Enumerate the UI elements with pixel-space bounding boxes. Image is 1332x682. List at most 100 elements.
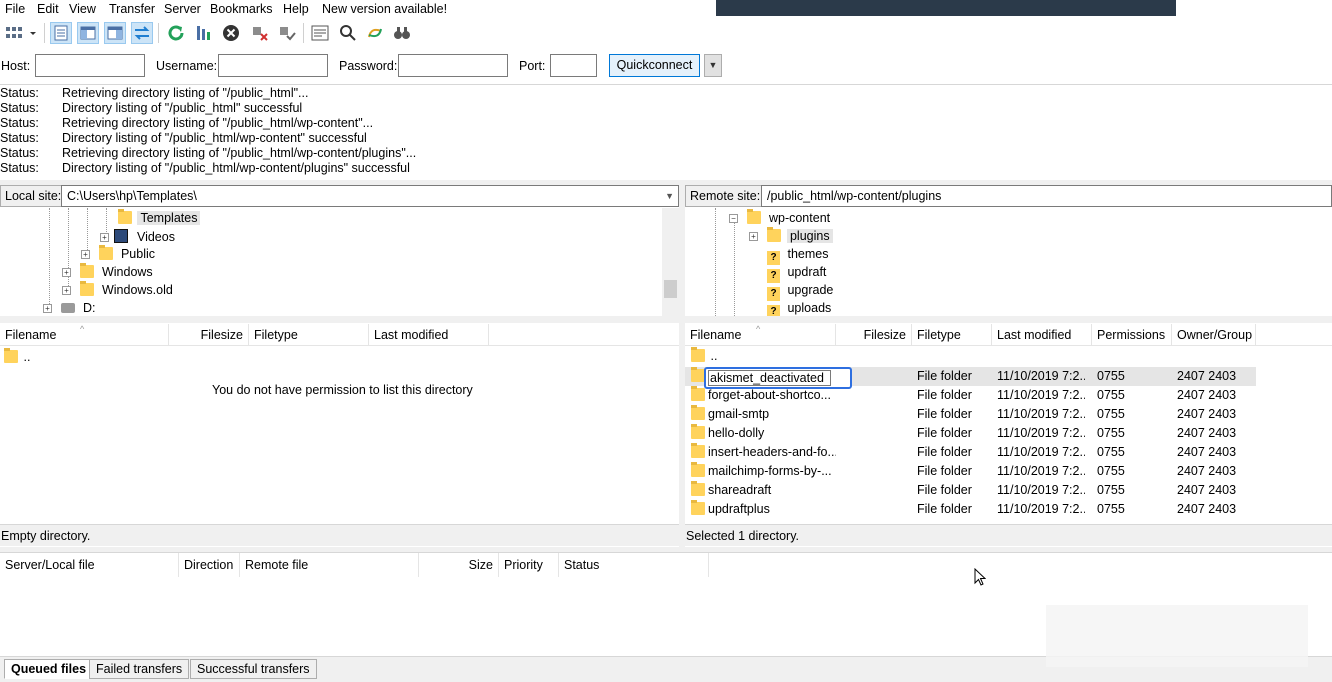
table-row[interactable]: shareadraft File folder 11/10/2019 7:2..… xyxy=(685,481,1256,500)
table-row[interactable]: insert-headers-and-fo... File folder 11/… xyxy=(685,443,1256,462)
table-row[interactable]: updraftplus File folder 11/10/2019 7:2..… xyxy=(685,500,1256,519)
activation-watermark xyxy=(1046,605,1308,667)
menu-view[interactable]: View xyxy=(69,2,96,16)
scrollbar-thumb[interactable] xyxy=(664,280,677,298)
remote-path-input[interactable]: /public_html/wp-content/plugins xyxy=(761,185,1332,207)
menu-edit[interactable]: Edit xyxy=(37,2,59,16)
column-filetype[interactable]: Filetype xyxy=(249,324,369,346)
disconnect-icon[interactable] xyxy=(249,22,271,44)
column-owner-group[interactable]: Owner/Group xyxy=(1172,324,1256,346)
splitter[interactable] xyxy=(0,316,1332,323)
tree-item-uploads[interactable]: ? uploads xyxy=(767,299,831,316)
toolbar-separator xyxy=(158,23,159,43)
table-row[interactable]: gmail-smtp File folder 11/10/2019 7:2...… xyxy=(685,405,1256,424)
tree-item-label: Public xyxy=(120,247,156,261)
toggle-queue-icon[interactable] xyxy=(131,22,153,44)
expand-icon[interactable]: + xyxy=(62,286,71,295)
refresh-icon[interactable] xyxy=(165,22,187,44)
local-path-text: C:\Users\hp\Templates\ xyxy=(67,189,197,203)
chevron-down-icon[interactable]: ▼ xyxy=(665,186,674,206)
folder-icon xyxy=(691,462,705,481)
directory-filter-icon[interactable] xyxy=(309,22,331,44)
column-last-modified[interactable]: Last modified xyxy=(992,324,1092,346)
local-tree-scrollbar[interactable] xyxy=(662,208,679,316)
column-server-local-file[interactable]: Server/Local file xyxy=(0,553,179,577)
tree-item-videos[interactable]: + Videos xyxy=(100,227,175,245)
collapse-icon[interactable]: − xyxy=(729,214,738,223)
list-item-up[interactable]: .. xyxy=(691,347,717,366)
file-type: File folder xyxy=(917,388,972,402)
toggle-local-tree-icon[interactable] xyxy=(77,22,99,44)
file-name: .. xyxy=(23,350,31,364)
menu-server[interactable]: Server xyxy=(164,2,201,16)
file-type: File folder xyxy=(917,407,972,421)
tree-item-wp-content[interactable]: − wp-content xyxy=(729,209,830,227)
column-status[interactable]: Status xyxy=(559,553,709,577)
folder-icon xyxy=(118,209,132,224)
column-direction[interactable]: Direction xyxy=(179,553,240,577)
column-last-modified[interactable]: Last modified xyxy=(369,324,489,346)
toggle-remote-tree-icon[interactable] xyxy=(104,22,126,44)
tab-queued-files[interactable]: Queued files xyxy=(4,659,94,679)
tab-successful-transfers[interactable]: Successful transfers xyxy=(190,659,317,679)
expand-icon[interactable]: + xyxy=(100,233,109,242)
column-filename[interactable]: Filename ^ xyxy=(0,324,169,346)
tree-item-windows-old[interactable]: + Windows.old xyxy=(62,281,173,299)
tree-item-drive-d[interactable]: + D: xyxy=(43,299,95,316)
expand-icon[interactable]: + xyxy=(62,268,71,277)
site-manager-icon[interactable] xyxy=(3,22,39,44)
file-owner: 2407 2403 xyxy=(1177,388,1237,402)
quickconnect-dropdown[interactable]: ▼ xyxy=(704,54,722,77)
menu-transfer[interactable]: Transfer xyxy=(109,2,155,16)
expand-icon[interactable]: + xyxy=(43,304,52,313)
tree-item-public[interactable]: + Public xyxy=(81,245,155,263)
file-owner: 2407 2403 xyxy=(1177,407,1237,421)
tree-item-themes[interactable]: ? themes xyxy=(767,245,828,265)
column-priority[interactable]: Priority xyxy=(499,553,559,577)
column-size[interactable]: Size xyxy=(419,553,499,577)
column-filesize[interactable]: Filesize xyxy=(836,324,912,346)
find-icon[interactable] xyxy=(337,22,359,44)
remote-tree: − wp-content + plugins ? themes ? updraf… xyxy=(685,208,1332,316)
table-row[interactable]: mailchimp-forms-by-... File folder 11/10… xyxy=(685,462,1256,481)
reconnect-icon[interactable] xyxy=(276,22,298,44)
video-folder-icon xyxy=(114,229,129,243)
folder-icon xyxy=(767,227,782,242)
tree-item-updraft[interactable]: ? updraft xyxy=(767,263,826,283)
password-input[interactable] xyxy=(398,54,508,77)
tab-failed-transfers[interactable]: Failed transfers xyxy=(89,659,190,679)
username-input[interactable] xyxy=(218,54,328,77)
chevron-down-icon: ▼ xyxy=(708,60,718,70)
menu-help[interactable]: Help xyxy=(283,2,309,16)
folder-icon xyxy=(691,386,705,405)
tree-item-upgrade[interactable]: ? upgrade xyxy=(767,281,833,301)
host-input[interactable] xyxy=(35,54,145,77)
expand-icon[interactable]: + xyxy=(81,250,90,259)
local-path-input[interactable]: C:\Users\hp\Templates\ ▼ xyxy=(61,185,679,207)
table-row[interactable]: hello-dolly File folder 11/10/2019 7:2..… xyxy=(685,424,1256,443)
tree-item-windows[interactable]: + Windows xyxy=(62,263,153,281)
process-queue-icon[interactable] xyxy=(193,22,215,44)
column-filetype[interactable]: Filetype xyxy=(912,324,992,346)
cancel-icon[interactable] xyxy=(220,22,242,44)
file-type: File folder xyxy=(917,502,972,516)
menu-file[interactable]: File xyxy=(5,2,25,16)
toggle-log-icon[interactable] xyxy=(50,22,72,44)
rename-input[interactable]: akismet_deactivated xyxy=(708,370,831,386)
column-filesize[interactable]: Filesize xyxy=(169,324,249,346)
column-remote-file[interactable]: Remote file xyxy=(240,553,419,577)
quickconnect-button[interactable]: Quickconnect xyxy=(609,54,700,77)
column-filename[interactable]: Filename ^ xyxy=(685,324,836,346)
sort-up-icon: ^ xyxy=(80,324,85,334)
list-item-up[interactable]: .. xyxy=(4,348,30,367)
menu-bookmarks[interactable]: Bookmarks xyxy=(210,2,273,16)
column-permissions[interactable]: Permissions xyxy=(1092,324,1172,346)
file-owner: 2407 2403 xyxy=(1177,483,1237,497)
tree-item-plugins[interactable]: + plugins xyxy=(749,227,833,245)
tree-item-templates[interactable]: Templates xyxy=(118,209,201,227)
sync-browsing-icon[interactable] xyxy=(364,22,386,44)
search-remote-icon[interactable] xyxy=(391,22,413,44)
expand-icon[interactable]: + xyxy=(749,232,758,241)
port-input[interactable] xyxy=(550,54,597,77)
menu-new-version[interactable]: New version available! xyxy=(322,2,447,16)
